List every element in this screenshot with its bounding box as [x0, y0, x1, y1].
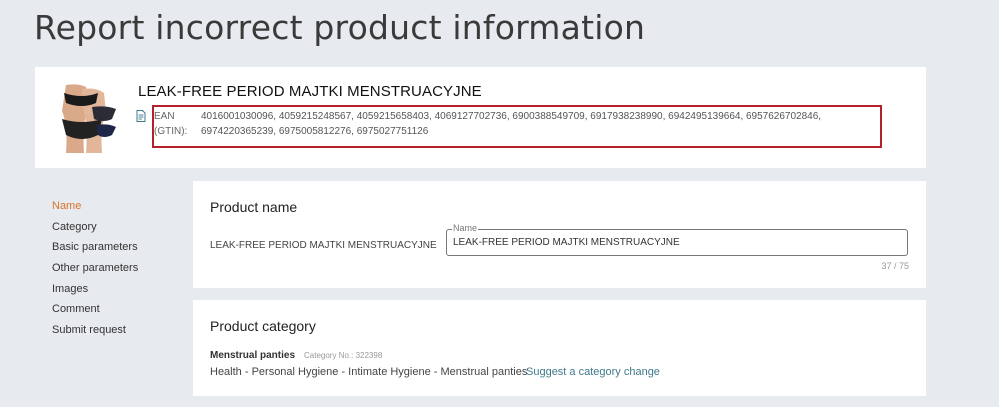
product-category-section: Product category Menstrual panties Categ…: [193, 300, 926, 396]
side-nav-item-comment[interactable]: Comment: [52, 302, 138, 323]
side-nav-item-other-parameters[interactable]: Other parameters: [52, 261, 138, 282]
side-nav: Name Category Basic parameters Other par…: [52, 199, 138, 344]
page-title: Report incorrect product information: [34, 8, 646, 47]
product-title: LEAK-FREE PERIOD MAJTKI MENSTRUACYJNE: [138, 83, 482, 100]
side-nav-item-category[interactable]: Category: [52, 220, 138, 241]
ean-highlight-box: [152, 105, 882, 148]
side-nav-item-basic-parameters[interactable]: Basic parameters: [52, 240, 138, 261]
category-name: Menstrual panties: [210, 350, 296, 361]
product-summary-card: LEAK-FREE PERIOD MAJTKI MENSTRUACYJNE EA…: [35, 67, 926, 168]
side-nav-item-submit-request[interactable]: Submit request: [52, 323, 138, 344]
name-field-value[interactable]: LEAK-FREE PERIOD MAJTKI MENSTRUACYJNE: [453, 237, 680, 248]
current-product-name: LEAK-FREE PERIOD MAJTKI MENSTRUACYJNE: [210, 240, 437, 251]
document-icon: [136, 110, 146, 122]
product-name-section: Product name LEAK-FREE PERIOD MAJTKI MEN…: [193, 181, 926, 288]
side-nav-item-images[interactable]: Images: [52, 282, 138, 303]
section-title-product-category: Product category: [210, 318, 316, 334]
product-image: [52, 83, 118, 153]
suggest-category-change-link[interactable]: Suggest a category change: [526, 366, 660, 378]
character-counter: 37 / 75: [881, 261, 909, 271]
side-nav-item-name[interactable]: Name: [52, 199, 138, 220]
name-field-label: Name: [452, 223, 479, 233]
name-field[interactable]: Name LEAK-FREE PERIOD MAJTKI MENSTRUACYJ…: [446, 223, 908, 256]
category-number: Category No.: 322398: [304, 351, 383, 360]
category-path: Health - Personal Hygiene - Intimate Hyg…: [210, 366, 528, 378]
section-title-product-name: Product name: [210, 199, 298, 215]
